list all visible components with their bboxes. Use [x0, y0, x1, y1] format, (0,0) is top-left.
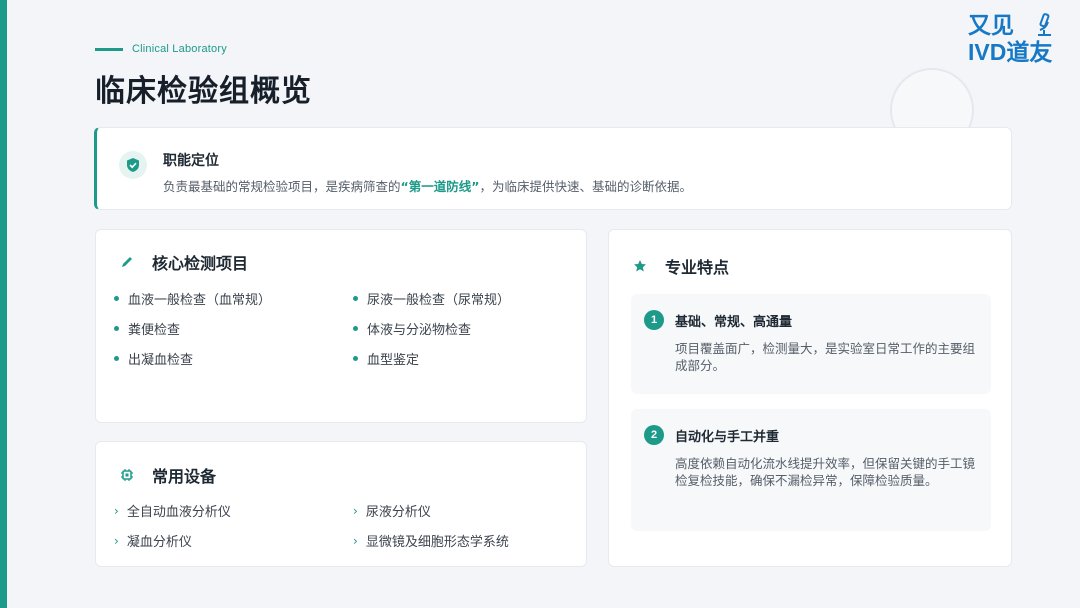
eyebrow-text: Clinical Laboratory — [132, 43, 227, 55]
positioning-title: 职能定位 — [163, 153, 219, 169]
chevron-right-icon: › — [114, 503, 119, 518]
list-item: 体液与分泌物检查 — [353, 319, 471, 338]
list-item-label: 出凝血检查 — [128, 353, 194, 368]
chevron-right-icon: › — [353, 533, 358, 548]
logo-line-2: IVD道友 — [968, 39, 1053, 65]
eyebrow-line — [95, 47, 123, 51]
list-item: › 全自动血液分析仪 — [114, 501, 231, 521]
star-icon — [631, 257, 649, 275]
shield-check-icon — [119, 151, 147, 179]
list-item: › 显微镜及细胞形态学系统 — [353, 531, 509, 551]
microscope-icon — [1038, 13, 1051, 36]
positioning-card: 职能定位 负责最基础的常规检验项目，是疾病筛查的“第一道防线”，为临床提供快速、… — [94, 127, 1012, 210]
page-title: 临床检验组概览 — [95, 74, 312, 109]
desc-before: 负责最基础的常规检验项目，是疾病筛查的 — [163, 179, 401, 194]
list-item-label: 凝血分析仪 — [126, 535, 192, 550]
list-item: 血型鉴定 — [353, 349, 419, 368]
list-item: 尿液一般检查（尿常规） — [353, 289, 510, 308]
bullet-dot — [114, 356, 119, 361]
feature-number-badge: 1 — [644, 310, 664, 330]
list-item-label: 粪便检查 — [128, 323, 181, 338]
equipment-title: 常用设备 — [152, 467, 217, 486]
list-item: 粪便检查 — [114, 319, 180, 338]
bullet-dot — [353, 356, 358, 361]
left-accent-bar — [0, 0, 7, 608]
list-item: 出凝血检查 — [114, 349, 193, 368]
list-item: 血液一般检查（血常规） — [114, 289, 271, 308]
section-eyebrow: Clinical Laboratory — [95, 43, 227, 55]
list-item-label: 全自动血液分析仪 — [126, 505, 231, 520]
list-item: › 凝血分析仪 — [114, 531, 192, 551]
feature-title: 基础、常规、高通量 — [675, 315, 793, 330]
features-title: 专业特点 — [665, 258, 730, 277]
feature-item: 2 自动化与手工并重 高度依赖自动化流水线提升效率，但保留关键的手工镜检复检技能… — [631, 409, 991, 531]
feature-number-badge: 2 — [644, 425, 664, 445]
chevron-right-icon: › — [353, 503, 358, 518]
list-item-label: 尿液一般检查（尿常规） — [367, 293, 511, 308]
list-item-label: 血液一般检查（血常规） — [128, 293, 272, 308]
features-header: 专业特点 — [631, 254, 729, 278]
positioning-description: 负责最基础的常规检验项目，是疾病筛查的“第一道防线”，为临床提供快速、基础的诊断… — [163, 176, 692, 195]
core-tests-header: 核心检测项目 — [118, 250, 248, 274]
feature-description: 高度依赖自动化流水线提升效率，但保留关键的手工镜检复检技能，确保不漏检异常，保障… — [675, 456, 976, 488]
pen-icon — [118, 253, 136, 271]
core-tests-card: 核心检测项目 血液一般检查（血常规） 尿液一般检查（尿常规） 粪便检查 体液与分… — [95, 229, 587, 423]
bullet-dot — [114, 326, 119, 331]
list-item-label: 尿液分析仪 — [365, 505, 431, 520]
chevron-right-icon: › — [114, 533, 119, 548]
features-card: 专业特点 1 基础、常规、高通量 项目覆盖面广，检测量大，是实验室日常工作的主要… — [608, 229, 1012, 567]
feature-description: 项目覆盖面广，检测量大，是实验室日常工作的主要组成部分。 — [675, 341, 976, 373]
list-item-label: 血型鉴定 — [367, 353, 420, 368]
desc-after: ，为临床提供快速、基础的诊断依据。 — [479, 179, 692, 194]
desc-highlight: “第一道防线” — [400, 179, 480, 194]
core-tests-title: 核心检测项目 — [152, 254, 249, 273]
list-item: › 尿液分析仪 — [353, 501, 431, 521]
bullet-dot — [353, 326, 358, 331]
equipment-header: 常用设备 — [118, 463, 216, 487]
list-item-label: 体液与分泌物检查 — [367, 323, 472, 338]
chip-icon — [118, 466, 136, 484]
bullet-dot — [114, 296, 119, 301]
brand-logo: 又见 IVD道友 — [968, 12, 1060, 70]
equipment-card: 常用设备 › 全自动血液分析仪 › 尿液分析仪 › 凝血分析仪 › 显微镜及细胞形态学系… — [95, 441, 587, 567]
feature-item: 1 基础、常规、高通量 项目覆盖面广，检测量大，是实验室日常工作的主要组成部分。 — [631, 294, 991, 394]
list-item-label: 显微镜及细胞形态学系统 — [365, 535, 509, 550]
bullet-dot — [353, 296, 358, 301]
feature-title: 自动化与手工并重 — [675, 430, 780, 445]
